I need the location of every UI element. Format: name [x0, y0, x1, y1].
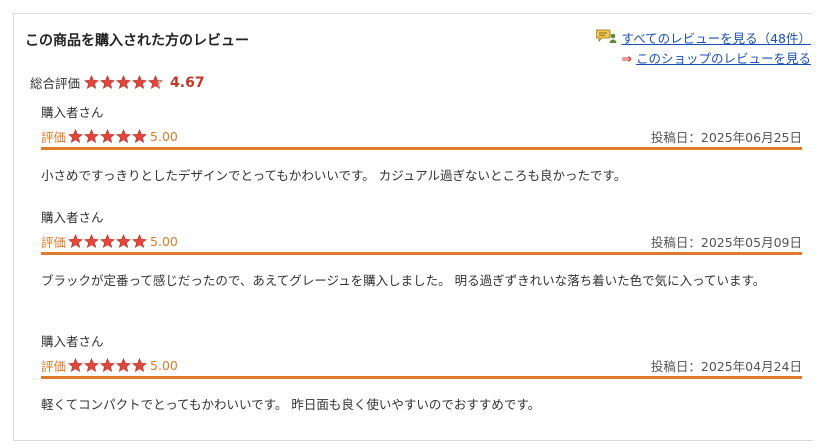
review-stars — [68, 129, 148, 144]
star-icon — [68, 129, 83, 144]
rating-value: 5.00 — [150, 358, 178, 373]
rating-value: 5.00 — [150, 129, 178, 144]
star-icon — [84, 75, 99, 90]
review-text: ブラックが定番って感じだったので、あえてグレージュを購入しました。 明る過ぎずき… — [41, 273, 766, 288]
rating-label: 評価 — [41, 235, 67, 250]
review-rating-row: 評価 5.00 投稿日：2025年06月25日 — [41, 127, 802, 150]
star-icon — [100, 129, 115, 144]
overall-score: 4.67 — [170, 74, 205, 91]
review-stars — [68, 358, 148, 373]
star-icon — [100, 358, 115, 373]
star-icon — [116, 129, 131, 144]
rating-label: 評価 — [41, 130, 67, 145]
reviewer-name: 購入者さん — [41, 210, 104, 225]
speech-bubble-user-icon — [596, 28, 618, 49]
rating-label: 評価 — [41, 359, 67, 374]
star-icon — [84, 358, 99, 373]
star-icon — [116, 75, 131, 90]
star-icon — [100, 75, 115, 90]
review-section: この商品を購入された方のレビュー すべてのレビューを見る（48件） ⇒ このショ… — [13, 13, 813, 441]
shop-reviews-link[interactable]: このショップのレビューを見る — [636, 49, 811, 68]
star-icon — [68, 234, 83, 249]
review-item: 購入者さん 評価 5.00 投稿日：2025年04月24日 軽くてコンパクトでと… — [41, 331, 802, 415]
star-icon — [116, 234, 131, 249]
reviewer-name: 購入者さん — [41, 105, 104, 120]
review-date: 投稿日：2025年04月24日 — [650, 359, 802, 374]
star-icon — [132, 358, 147, 373]
star-icon — [132, 129, 147, 144]
review-stars — [68, 234, 148, 249]
rating-value: 5.00 — [150, 234, 178, 249]
star-icon — [132, 75, 147, 90]
overall-rating-label: 総合評価 — [30, 76, 81, 91]
star-icon — [84, 234, 99, 249]
star-icon — [100, 234, 115, 249]
star-icon — [132, 234, 147, 249]
review-item: 購入者さん 評価 5.00 投稿日：2025年06月25日 小さめですっきりとし… — [41, 102, 802, 186]
review-date: 投稿日：2025年06月25日 — [650, 130, 802, 145]
reviewer-name: 購入者さん — [41, 334, 104, 349]
star-icon — [148, 75, 163, 90]
star-icon — [68, 358, 83, 373]
review-text: 軽くてコンパクトでとってもかわいいです。 昨日面も良く使いやすいのでおすすめです… — [41, 397, 541, 412]
all-reviews-link[interactable]: すべてのレビューを見る（48件） — [621, 29, 811, 48]
review-rating-row: 評価 5.00 投稿日：2025年05月09日 — [41, 232, 802, 255]
review-date: 投稿日：2025年05月09日 — [650, 235, 802, 250]
section-title: この商品を購入された方のレビュー — [25, 33, 249, 49]
review-links: すべてのレビューを見る（48件） ⇒ このショップのレビューを見る — [596, 28, 811, 68]
review-rating-row: 評価 5.00 投稿日：2025年04月24日 — [41, 356, 802, 379]
review-item: 購入者さん 評価 5.00 投稿日：2025年05月09日 ブラックが定番って感… — [41, 207, 802, 291]
star-icon — [84, 129, 99, 144]
star-icon — [116, 358, 131, 373]
overall-rating: 総合評価 4.67 — [30, 73, 205, 92]
overall-stars — [84, 75, 164, 90]
arrow-right-icon: ⇒ — [621, 51, 632, 66]
review-text: 小さめですっきりとしたデザインでとってもかわいいです。 カジュアル過ぎないところ… — [41, 168, 627, 183]
